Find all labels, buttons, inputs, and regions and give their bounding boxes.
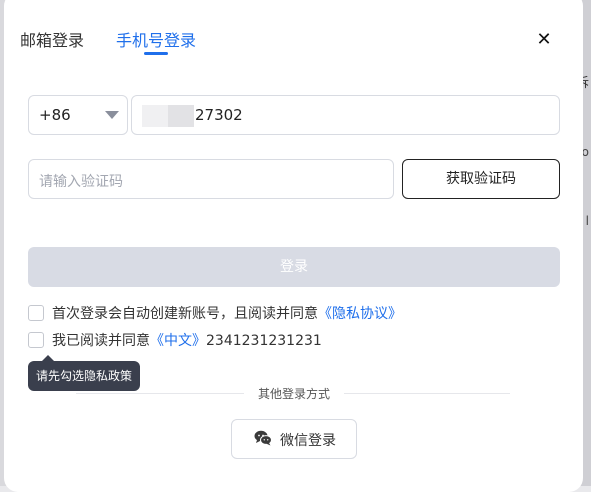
- country-code-value: +86: [39, 106, 71, 124]
- masked-digits: [142, 105, 168, 127]
- wechat-login-label: 微信登录: [280, 433, 336, 449]
- login-button[interactable]: 登录: [28, 247, 560, 287]
- divider-line: [344, 393, 510, 394]
- agreement-suffix: 2341231231231: [206, 333, 322, 349]
- agreement-checkbox[interactable]: [28, 305, 44, 321]
- other-methods-label: 其他登录方式: [258, 387, 331, 401]
- verification-code-placeholder: 请输入验证码: [39, 174, 123, 190]
- chevron-down-icon: [105, 111, 119, 119]
- active-tab-indicator: [144, 52, 168, 55]
- phone-number-input[interactable]: 27302: [131, 95, 560, 135]
- verification-code-input[interactable]: 请输入验证码: [28, 159, 394, 199]
- agreement-text: 首次登录会自动创建新账号，且阅读并同意: [52, 306, 318, 322]
- login-dialog: 邮箱登录 手机号登录 ✕ +86 27302 请输入验证码 获取验证码 登录 首…: [4, 0, 583, 492]
- divider-line: [76, 393, 244, 394]
- tab-phone-login[interactable]: 手机号登录: [116, 27, 196, 51]
- masked-digits: [168, 105, 194, 127]
- close-icon[interactable]: ✕: [534, 30, 554, 50]
- background-text: l: [585, 214, 589, 228]
- chinese-agreement-link[interactable]: 《中文》: [150, 333, 206, 349]
- phone-number-value: 27302: [195, 106, 243, 124]
- agreement-checkbox[interactable]: [28, 332, 44, 348]
- get-code-button[interactable]: 获取验证码: [402, 159, 560, 199]
- wechat-login-button[interactable]: 微信登录: [231, 419, 357, 459]
- country-code-select[interactable]: +86: [28, 95, 128, 135]
- wechat-icon: [254, 430, 272, 446]
- agreement-text: 我已阅读并同意: [52, 333, 150, 349]
- privacy-agreement-link[interactable]: 《隐私协议》: [318, 306, 402, 322]
- tab-email-login[interactable]: 邮箱登录: [20, 27, 84, 51]
- privacy-tooltip: 请先勾选隐私政策: [28, 355, 141, 391]
